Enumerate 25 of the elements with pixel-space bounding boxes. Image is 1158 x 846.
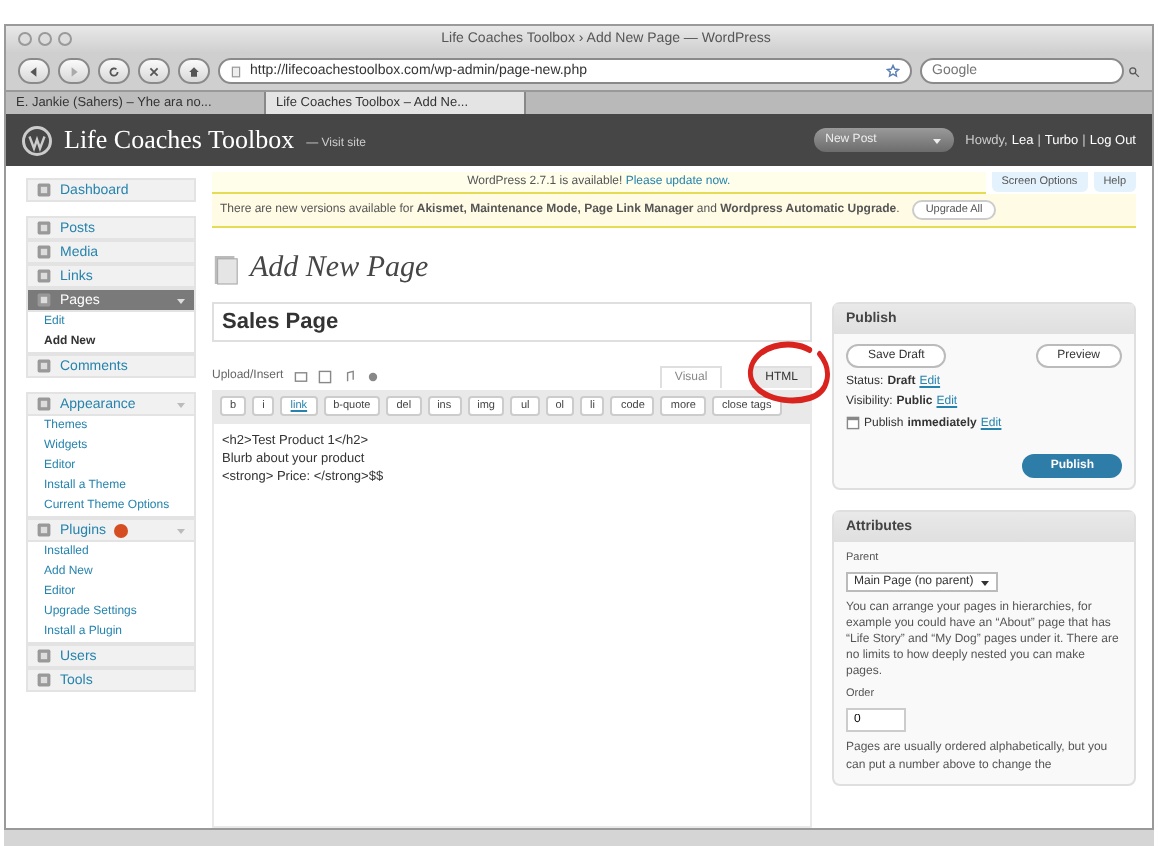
caret-icon <box>931 135 942 145</box>
title-field[interactable]: Sales Page <box>212 302 812 342</box>
home-icon <box>188 65 200 77</box>
reload-icon <box>108 65 120 77</box>
close-icon <box>148 65 160 77</box>
minimize-button[interactable] <box>38 32 52 46</box>
caret-icon <box>979 577 990 587</box>
close-button[interactable] <box>18 32 32 46</box>
home-button[interactable] <box>178 58 210 84</box>
stop-button[interactable] <box>138 58 170 84</box>
reload-button[interactable] <box>98 58 130 84</box>
caret-down-icon <box>176 295 186 305</box>
wordpress-logo-icon <box>22 125 52 155</box>
site-name[interactable]: Life Coaches Toolbox <box>64 124 295 156</box>
caret-down-icon <box>176 525 186 535</box>
page-heading: Add New Page <box>250 252 429 286</box>
forward-icon <box>68 65 80 77</box>
forward-button[interactable] <box>58 58 90 84</box>
search-icon <box>1128 65 1140 77</box>
back-button[interactable] <box>18 58 50 84</box>
back-icon <box>28 65 40 77</box>
calendar-icon <box>846 416 860 430</box>
caret-down-icon <box>176 399 186 409</box>
image-icon <box>293 369 308 383</box>
zoom-button[interactable] <box>58 32 72 46</box>
